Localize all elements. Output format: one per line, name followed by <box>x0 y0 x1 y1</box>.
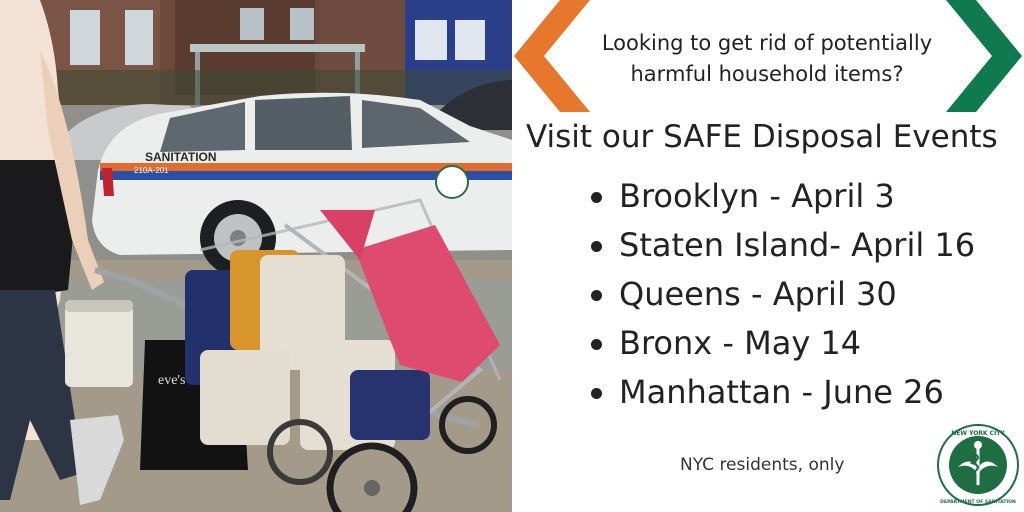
intro-line-1: Looking to get rid of potentially <box>601 31 933 55</box>
bullet-icon <box>591 241 602 252</box>
bullet-icon <box>591 388 602 399</box>
event-text: Queens - April 30 <box>619 275 897 313</box>
event-text: Staten Island- April 16 <box>619 226 976 264</box>
events-list: Brooklyn - April 3 Staten Island- April … <box>585 172 975 417</box>
intro-text: Looking to get rid of potentially harmfu… <box>562 28 972 90</box>
vehicle-id: 210A-201 <box>134 166 169 175</box>
bullet-icon <box>591 339 602 350</box>
photo-sanitation-cart: SANITATION 210A-201 eve's <box>0 0 512 512</box>
bullet-icon <box>591 192 602 203</box>
event-item: Brooklyn - April 3 <box>585 172 975 221</box>
bullet-icon <box>591 290 602 301</box>
intro-line-2: harmful household items? <box>630 62 904 86</box>
seal-top-text: NEW YORK CITY <box>951 430 1005 437</box>
bag-lettering: eve's <box>158 373 185 388</box>
event-item: Staten Island- April 16 <box>585 221 975 270</box>
event-text: Brooklyn - April 3 <box>619 177 895 215</box>
dsny-seal-logo: NEW YORK CITY DEPARTMENT OF SANITATION <box>937 424 1019 506</box>
vehicle-lettering: SANITATION <box>145 150 217 164</box>
street-scene-illustration: SANITATION 210A-201 eve's <box>0 0 512 512</box>
event-item: Queens - April 30 <box>585 270 975 319</box>
event-text: Bronx - May 14 <box>619 324 862 362</box>
residents-note: NYC residents, only <box>680 455 845 475</box>
ad-banner: SANITATION 210A-201 eve's Looking to get… <box>0 0 1024 512</box>
seal-bottom-text: DEPARTMENT OF SANITATION <box>940 499 1016 505</box>
event-item: Manhattan - June 26 <box>585 368 975 417</box>
info-panel: Looking to get rid of potentially harmfu… <box>512 0 1024 512</box>
event-item: Bronx - May 14 <box>585 319 975 368</box>
headline: Visit our SAFE Disposal Events <box>526 119 998 155</box>
event-text: Manhattan - June 26 <box>619 373 944 411</box>
